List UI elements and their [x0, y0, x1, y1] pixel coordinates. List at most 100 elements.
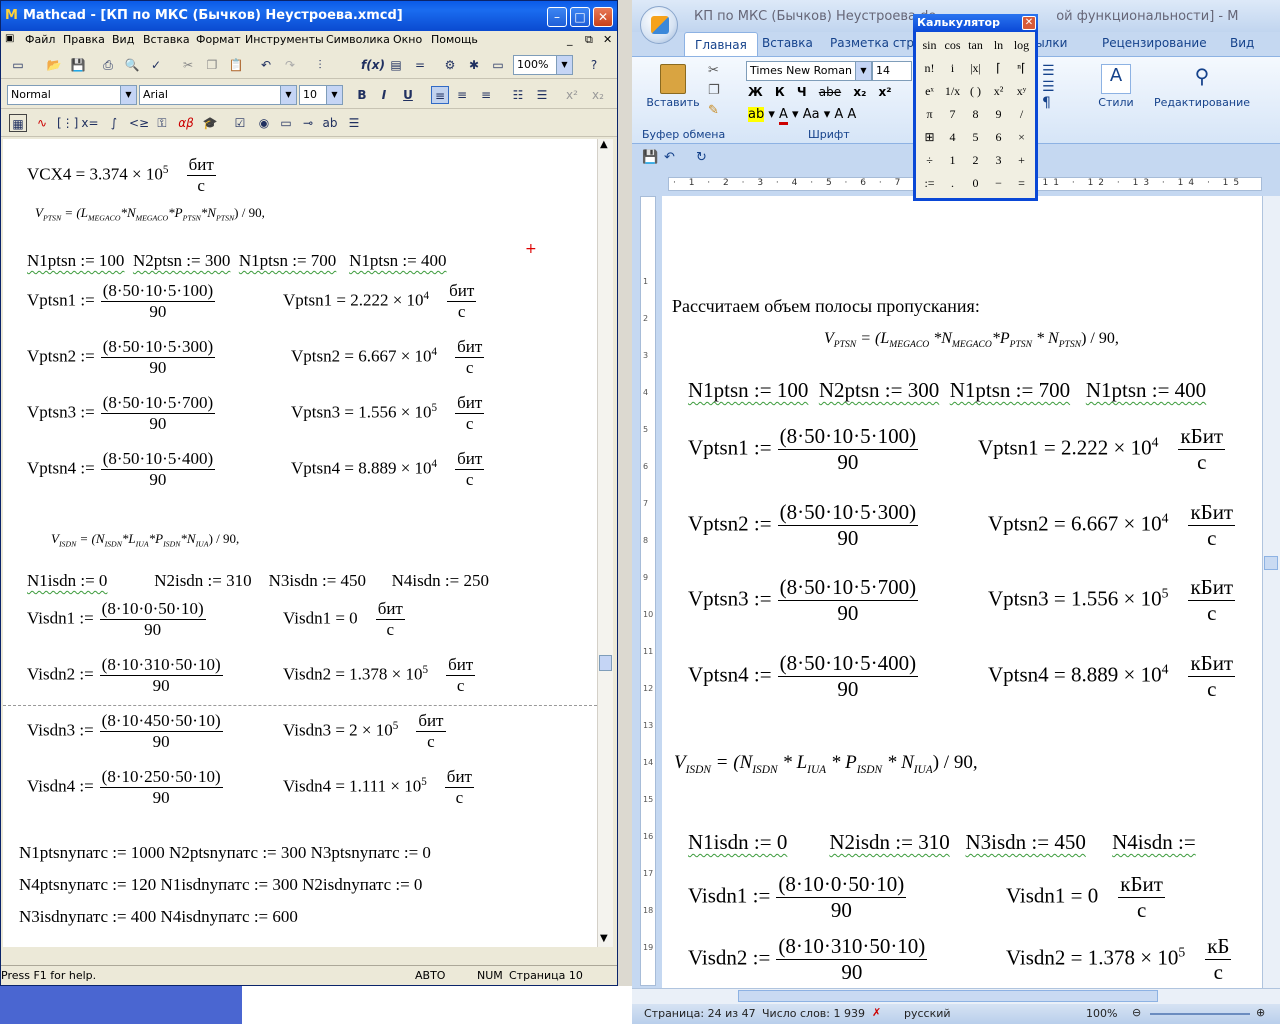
- menu-file[interactable]: Файл: [25, 33, 55, 46]
- calc-key[interactable]: ⁿ⌈: [1010, 57, 1033, 80]
- calc-key[interactable]: 9: [987, 103, 1010, 126]
- doc-icon[interactable]: ▣: [5, 33, 14, 44]
- align-icon[interactable]: ⫶: [311, 56, 329, 74]
- spell-check-icon[interactable]: ✓: [147, 56, 165, 74]
- font-name-select[interactable]: Times New Roman ▼: [746, 61, 872, 81]
- zoom-level[interactable]: 100%: [1086, 1007, 1117, 1020]
- open-icon[interactable]: 📂: [45, 56, 63, 74]
- list-control-icon[interactable]: ☰: [345, 114, 363, 132]
- numbering-icon[interactable]: ☰: [533, 86, 551, 104]
- undo-icon[interactable]: ↶: [257, 56, 275, 74]
- scroll-down-icon[interactable]: ▼: [600, 933, 608, 944]
- calc-key[interactable]: ( ): [964, 80, 987, 103]
- change-case-button[interactable]: Aa: [803, 107, 820, 122]
- menu-help[interactable]: Помощь: [431, 33, 478, 46]
- menu-symbolics[interactable]: Символика: [326, 33, 390, 46]
- calc-key[interactable]: 7: [941, 103, 964, 126]
- calc-key[interactable]: 8: [964, 103, 987, 126]
- align-center-icon[interactable]: ≡: [453, 86, 471, 104]
- calc-key[interactable]: x²: [987, 80, 1010, 103]
- word-horizontal-scrollbar[interactable]: [632, 988, 1280, 1004]
- calc-key[interactable]: ×: [1010, 126, 1033, 149]
- scroll-thumb[interactable]: [1264, 556, 1278, 570]
- undo-icon[interactable]: ↶: [664, 150, 675, 165]
- window-icon[interactable]: ▭: [489, 56, 507, 74]
- calc-key[interactable]: cos: [941, 34, 964, 57]
- paste-icon[interactable]: 📋: [227, 56, 245, 74]
- calc-key[interactable]: eˣ: [918, 80, 941, 103]
- italic-button[interactable]: К: [775, 85, 785, 99]
- underline-icon[interactable]: U: [399, 86, 417, 104]
- calc-key[interactable]: n!: [918, 57, 941, 80]
- bold-button[interactable]: Ж: [748, 85, 763, 99]
- word-vertical-scrollbar[interactable]: [1262, 196, 1280, 988]
- superscript-icon[interactable]: x²: [563, 86, 581, 104]
- calc-key[interactable]: −: [987, 172, 1010, 195]
- cut-icon[interactable]: ✂: [179, 56, 197, 74]
- calc-key[interactable]: ln: [987, 34, 1010, 57]
- cut-icon[interactable]: ✂: [708, 63, 719, 78]
- styles-button[interactable]: A Стили: [1090, 61, 1142, 125]
- font-format-buttons[interactable]: Ж К Ч abe x₂ x²: [748, 85, 918, 105]
- italic-icon[interactable]: I: [375, 86, 393, 104]
- mathcad-worksheet[interactable]: VCX4 = 3.374 × 105 бит с VPTSN = (LMEGACO…: [3, 139, 597, 947]
- calc-key[interactable]: 2: [964, 149, 987, 172]
- calculator-toolbar-icon[interactable]: ▦: [9, 114, 27, 132]
- calc-key[interactable]: tan: [964, 34, 987, 57]
- calc-key[interactable]: |x|: [964, 57, 987, 80]
- calc-key[interactable]: :=: [918, 172, 941, 195]
- strikethrough-button[interactable]: abe: [819, 85, 841, 99]
- highlight-color-icon[interactable]: ab ▾ A ▾ Aa ▾ A A: [748, 107, 856, 125]
- menu-window[interactable]: Окно: [393, 33, 422, 46]
- tab-home[interactable]: Главная: [684, 32, 758, 56]
- calc-key[interactable]: xʸ: [1010, 80, 1033, 103]
- component-icon[interactable]: ⚙: [441, 56, 459, 74]
- format-painter-icon[interactable]: ✎: [708, 103, 719, 118]
- print-icon[interactable]: ⎙: [99, 56, 117, 74]
- evaluation-toolbar-icon[interactable]: x=: [81, 114, 99, 132]
- slider-control-icon[interactable]: ⊸: [299, 114, 317, 132]
- close-icon[interactable]: ✕: [1022, 16, 1036, 30]
- font-select[interactable]: Arial ▼: [139, 85, 297, 105]
- hscroll-thumb[interactable]: [738, 990, 1158, 1002]
- resource-icon[interactable]: ✱: [465, 56, 483, 74]
- graph-toolbar-icon[interactable]: ∿: [33, 114, 51, 132]
- zoom-out-icon[interactable]: ⊖: [1132, 1006, 1141, 1019]
- help-icon[interactable]: ?: [585, 56, 603, 74]
- tab-review[interactable]: Рецензирование: [1102, 36, 1207, 50]
- scroll-thumb[interactable]: [599, 655, 612, 671]
- calc-key[interactable]: 0: [964, 172, 987, 195]
- bullets-icon[interactable]: ☷: [509, 86, 527, 104]
- mdi-close-icon[interactable]: ✕: [603, 33, 612, 46]
- calc-key[interactable]: 6: [987, 126, 1010, 149]
- underline-button[interactable]: Ч: [797, 85, 807, 99]
- boolean-toolbar-icon[interactable]: <≥: [129, 114, 149, 132]
- mdi-restore-icon[interactable]: ⧉: [585, 33, 593, 47]
- font-size-select[interactable]: 14: [872, 61, 912, 81]
- menu-edit[interactable]: Правка: [63, 33, 105, 46]
- bold-icon[interactable]: B: [353, 86, 371, 104]
- menu-view[interactable]: Вид: [112, 33, 134, 46]
- button-control-icon[interactable]: ▭: [277, 114, 295, 132]
- copy-icon[interactable]: ❐: [708, 83, 720, 98]
- textbox-control-icon[interactable]: ab: [321, 114, 339, 132]
- calc-key[interactable]: =: [1010, 172, 1033, 195]
- radio-control-icon[interactable]: ◉: [255, 114, 273, 132]
- scroll-up-icon[interactable]: ▲: [600, 139, 608, 150]
- calculus-toolbar-icon[interactable]: ∫: [105, 114, 123, 132]
- zoom-slider[interactable]: [1150, 1013, 1250, 1015]
- style-select[interactable]: Normal ▼: [7, 85, 137, 105]
- insert-unit-icon[interactable]: ▤: [387, 56, 405, 74]
- subscript-icon[interactable]: x₂: [589, 86, 607, 104]
- calc-key[interactable]: .: [941, 172, 964, 195]
- mdi-minimize-icon[interactable]: _: [567, 33, 573, 46]
- align-right-icon[interactable]: ≡: [477, 86, 495, 104]
- calc-key[interactable]: /: [1010, 103, 1033, 126]
- minimize-icon[interactable]: –: [547, 7, 567, 27]
- status-page[interactable]: Страница: 24 из 47: [644, 1007, 756, 1020]
- copy-icon[interactable]: ❐: [203, 56, 221, 74]
- superscript-button[interactable]: x²: [879, 85, 892, 99]
- menu-insert[interactable]: Вставка: [143, 33, 190, 46]
- proofing-icon[interactable]: ✗: [872, 1006, 881, 1019]
- editing-button[interactable]: ⚲ Редактирование: [1152, 61, 1252, 125]
